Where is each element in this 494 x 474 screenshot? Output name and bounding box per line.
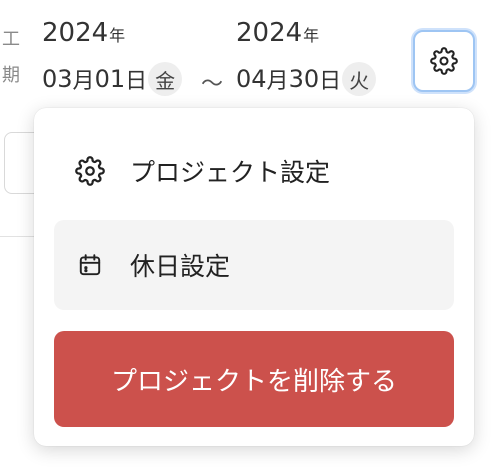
end-day-unit: 日 (319, 69, 342, 94)
background-divider (0, 236, 36, 237)
start-month-unit: 月 (72, 69, 95, 94)
menu-item-project-settings[interactable]: プロジェクト設定 (54, 126, 454, 216)
period-label: 工 期 (0, 22, 26, 94)
calendar-icon (72, 252, 108, 278)
project-schedule-view: 工 期 2024年 03月01日金 ～ 2024年 04月30日火 (0, 0, 494, 474)
start-day-unit: 日 (125, 69, 148, 94)
menu-item-label: 休日設定 (130, 252, 231, 281)
period-label-char: 工 (2, 29, 20, 50)
end-month-unit: 月 (266, 69, 289, 94)
end-month: 04 (236, 65, 267, 93)
gear-icon (430, 47, 458, 75)
end-year-unit: 年 (303, 26, 320, 45)
settings-dropdown-menu: プロジェクト設定 休日設定 プロジェクトを削除する (34, 108, 474, 446)
end-year: 2024 (236, 18, 303, 48)
date-range-separator: ～ (201, 72, 224, 97)
start-year-unit: 年 (109, 26, 126, 45)
start-year: 2024 (42, 18, 109, 48)
start-day: 01 (94, 65, 126, 93)
start-date: 2024年 03 月 01 日金 (42, 18, 183, 96)
end-date: 2024年 04 月 30 日火 (236, 18, 377, 96)
gear-icon (72, 156, 108, 186)
settings-button[interactable] (413, 30, 475, 92)
end-day: 30 (288, 65, 320, 93)
menu-item-holiday-settings[interactable]: 休日設定 (54, 220, 454, 310)
start-month: 03 (42, 65, 73, 93)
period-label-char: 期 (2, 65, 20, 86)
delete-project-button[interactable]: プロジェクトを削除する (54, 331, 454, 427)
start-weekday-badge: 金 (148, 62, 183, 96)
menu-item-label: プロジェクト設定 (130, 158, 331, 187)
end-weekday-badge: 火 (342, 62, 377, 96)
